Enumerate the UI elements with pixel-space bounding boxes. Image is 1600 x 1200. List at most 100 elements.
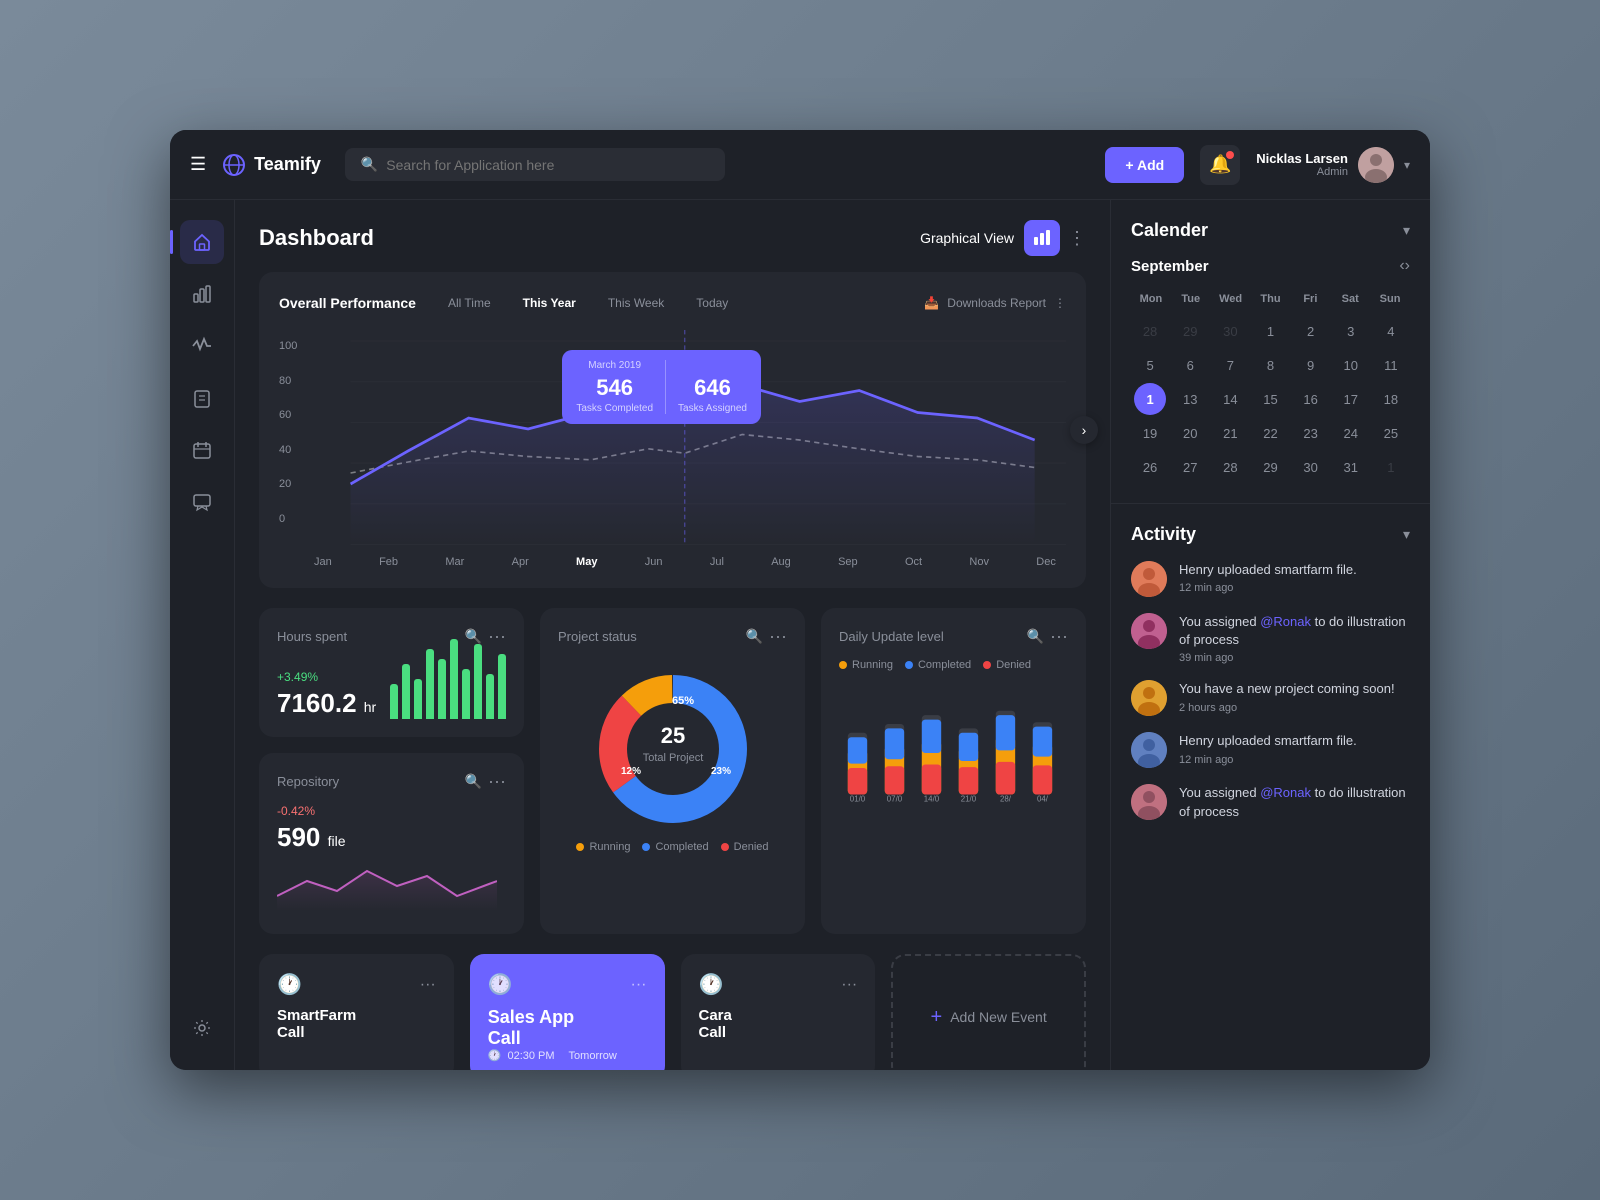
perf-tab-thisyear[interactable]: This Year	[515, 292, 584, 314]
activity-chevron-icon[interactable]: ▾	[1403, 526, 1410, 543]
repository-card: Repository 🔍 ··· -0.42% 590 file	[259, 753, 524, 934]
main-layout: Dashboard Graphical View ⋮ Overall	[170, 200, 1430, 1070]
perf-tab-today[interactable]: Today	[688, 292, 736, 314]
hours-search-icon[interactable]: 🔍	[465, 628, 482, 645]
x-label-mar: Mar	[445, 556, 464, 568]
sidebar-item-home[interactable]	[180, 220, 224, 264]
repo-change: -0.42%	[277, 804, 506, 818]
cal-day-30prev[interactable]: 30	[1214, 315, 1246, 347]
cal-day-8[interactable]: 8	[1254, 349, 1286, 381]
notification-button[interactable]: 🔔	[1200, 145, 1240, 185]
graphical-view-button[interactable]	[1024, 220, 1060, 256]
cal-day-1next[interactable]: 1	[1375, 451, 1407, 483]
project-more-button[interactable]: ···	[769, 626, 787, 647]
cal-day-today[interactable]: 1	[1134, 383, 1166, 415]
hours-more-button[interactable]: ···	[488, 626, 506, 647]
activity-text-5: You assigned @Ronak to do illustration o…	[1179, 784, 1410, 820]
cal-day-16[interactable]: 16	[1295, 383, 1327, 415]
cal-day-9[interactable]: 9	[1295, 349, 1327, 381]
daily-bar-chart: 01/0 07/0 14/0 21/0 28/ 04/	[839, 681, 1068, 811]
cal-day-14[interactable]: 14	[1214, 383, 1246, 415]
daily-search-icon[interactable]: 🔍	[1027, 628, 1044, 645]
calendar-chevron-icon[interactable]: ▾	[1403, 222, 1410, 239]
sidebar-item-messages[interactable]	[180, 480, 224, 524]
cal-day-2[interactable]: 2	[1295, 315, 1327, 347]
x-label-aug: Aug	[771, 556, 791, 568]
add-event-card[interactable]: + Add New Event	[891, 954, 1086, 1070]
cara-more-button[interactable]: ···	[841, 976, 857, 994]
perf-tab-alltime[interactable]: All Time	[440, 292, 499, 314]
sidebar-item-files[interactable]	[180, 376, 224, 420]
cal-day-21[interactable]: 21	[1214, 417, 1246, 449]
cal-day-3[interactable]: 3	[1335, 315, 1367, 347]
search-bar[interactable]: 🔍	[345, 148, 725, 181]
sidebar-item-calendar[interactable]	[180, 428, 224, 472]
cal-day-23[interactable]: 23	[1295, 417, 1327, 449]
cal-day-30[interactable]: 30	[1295, 451, 1327, 483]
cal-day-18[interactable]: 18	[1375, 383, 1407, 415]
daily-legend: Running Completed Denied	[839, 659, 1068, 671]
daily-title: Daily Update level	[839, 629, 1027, 644]
user-area[interactable]: Nicklas Larsen Admin ▾	[1256, 147, 1410, 183]
hours-content: +3.49% 7160.2 hr	[277, 659, 506, 719]
left-stat-column: Hours spent 🔍 ··· +3.49% 7160.2 hr	[259, 608, 524, 934]
cal-day-10[interactable]: 10	[1335, 349, 1367, 381]
cal-day-4[interactable]: 4	[1375, 315, 1407, 347]
activity-avatar-3	[1131, 680, 1167, 716]
tooltip-assigned-label: Tasks Assigned	[678, 403, 747, 414]
add-button[interactable]: + Add	[1105, 147, 1184, 183]
cal-day-1[interactable]: 1	[1254, 315, 1286, 347]
repo-more-button[interactable]: ···	[488, 771, 506, 792]
dashboard-more-button[interactable]: ⋮	[1068, 228, 1086, 249]
cal-day-20[interactable]: 20	[1174, 417, 1206, 449]
event-salesapp: 🕐 ··· Sales AppCall 🕐 02:30 PM Tomorrow	[470, 954, 665, 1070]
chart-x-labels: Jan Feb Mar Apr May Jun Jul Aug Sep Oct …	[279, 556, 1066, 568]
cal-day-24[interactable]: 24	[1335, 417, 1367, 449]
activity-content-4: Henry uploaded smartfarm file. 12 min ag…	[1179, 732, 1410, 765]
activity-avatar-1	[1131, 561, 1167, 597]
cal-day-5[interactable]: 5	[1134, 349, 1166, 381]
completed-dot	[642, 843, 650, 851]
app-container: ☰ Teamify 🔍 + Add 🔔 Nicklas Larsen Admin	[170, 130, 1430, 1070]
search-input[interactable]	[386, 157, 709, 173]
cal-day-19[interactable]: 19	[1134, 417, 1166, 449]
perf-more-button[interactable]: ⋮	[1054, 296, 1066, 310]
sidebar-item-settings[interactable]	[180, 1006, 224, 1050]
cal-day-28prev[interactable]: 28	[1134, 315, 1166, 347]
calendar-next-button[interactable]: ›	[1405, 257, 1410, 275]
cal-day-29prev[interactable]: 29	[1174, 315, 1206, 347]
download-label[interactable]: Downloads Report	[947, 296, 1046, 310]
hours-change: +3.49%	[277, 670, 376, 684]
hours-header: Hours spent 🔍 ···	[277, 626, 506, 647]
sidebar-item-analytics[interactable]	[180, 272, 224, 316]
cal-day-7[interactable]: 7	[1214, 349, 1246, 381]
cal-day-6[interactable]: 6	[1174, 349, 1206, 381]
expand-arrow[interactable]: ›	[1070, 416, 1098, 444]
daily-more-button[interactable]: ···	[1050, 626, 1068, 647]
cal-day-31[interactable]: 31	[1335, 451, 1367, 483]
salesapp-more-button[interactable]: ···	[631, 976, 647, 994]
cal-day-13[interactable]: 13	[1174, 383, 1206, 415]
cal-day-25[interactable]: 25	[1375, 417, 1407, 449]
cal-day-15[interactable]: 15	[1254, 383, 1286, 415]
x-label-jan: Jan	[314, 556, 332, 568]
smartfarm-more-button[interactable]: ···	[420, 976, 436, 994]
activity-item-4: Henry uploaded smartfarm file. 12 min ag…	[1131, 732, 1410, 768]
smartfarm-header: 🕐 ···	[277, 972, 436, 997]
topbar: ☰ Teamify 🔍 + Add 🔔 Nicklas Larsen Admin	[170, 130, 1430, 200]
repo-search-icon[interactable]: 🔍	[465, 773, 482, 790]
repo-title: Repository	[277, 774, 465, 789]
cal-day-27[interactable]: 27	[1174, 451, 1206, 483]
cal-day-22[interactable]: 22	[1254, 417, 1286, 449]
cal-day-17[interactable]: 17	[1335, 383, 1367, 415]
cal-day-26[interactable]: 26	[1134, 451, 1166, 483]
bar-9	[486, 674, 494, 719]
perf-tab-thisweek[interactable]: This Week	[600, 292, 672, 314]
sidebar-item-activity[interactable]	[180, 324, 224, 368]
project-search-icon[interactable]: 🔍	[746, 628, 763, 645]
cal-day-28[interactable]: 28	[1214, 451, 1246, 483]
cal-day-11[interactable]: 11	[1375, 349, 1407, 381]
cal-day-29[interactable]: 29	[1254, 451, 1286, 483]
performance-title: Overall Performance	[279, 295, 416, 311]
menu-icon[interactable]: ☰	[190, 154, 206, 175]
